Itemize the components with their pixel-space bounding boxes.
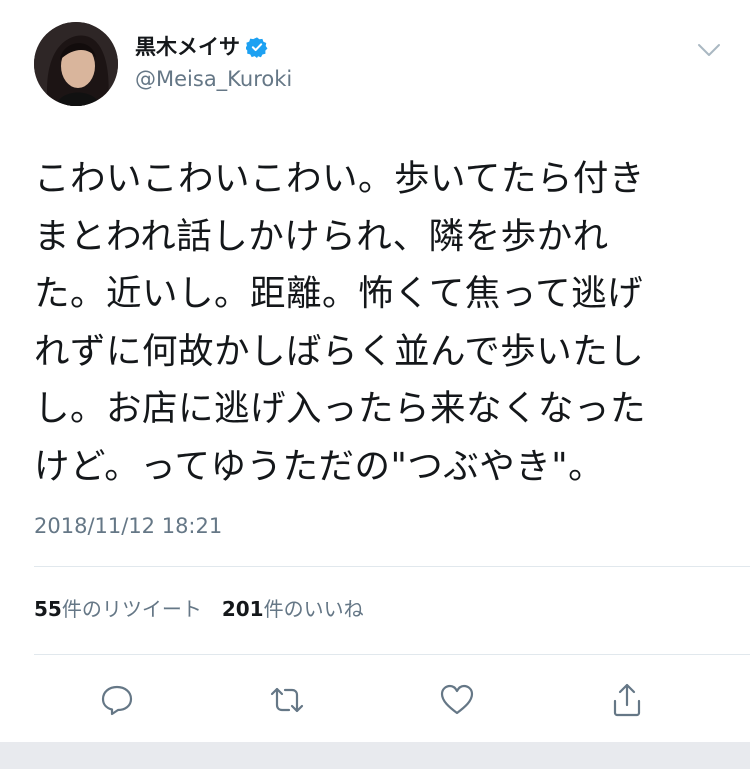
heart-icon [440,684,474,715]
divider [34,654,750,655]
divider [34,566,750,567]
like-button[interactable] [432,675,482,725]
avatar[interactable] [34,22,118,106]
retweets-count: 55 [34,597,62,621]
retweet-icon [270,687,304,713]
reply-button[interactable] [92,675,142,725]
chevron-down-icon[interactable] [694,38,724,62]
retweets-label: 件のリツイート [61,597,202,621]
likes-label: 件のいいね [263,597,364,621]
tweet-timestamp[interactable]: 2018/11/12 18:21 [34,512,222,540]
tweet-text: こわいこわいこわい。歩いてたら付き まとわれ話しかけられ、隣を歩かれ た。近いし… [34,158,647,487]
retweet-button[interactable] [262,675,312,725]
tweet-actions [0,675,750,725]
avatar-image [34,22,118,106]
likes-count: 201 [221,597,264,621]
bottom-bar [0,742,750,769]
share-button[interactable] [602,675,652,725]
author-display-name[interactable]: 黒木メイサ [135,34,240,60]
verified-badge-icon [246,37,268,58]
share-icon [613,683,641,717]
author-display-name-row[interactable]: 黒木メイサ [135,34,268,60]
likes-stat[interactable]: 201件のいいね [222,595,364,623]
tweet-stats: 55件のリツイート 201件のいいね [34,595,364,623]
author-handle[interactable]: @Meisa_Kuroki [135,66,292,92]
retweets-stat[interactable]: 55件のリツイート [34,595,202,623]
reply-icon [101,685,133,716]
